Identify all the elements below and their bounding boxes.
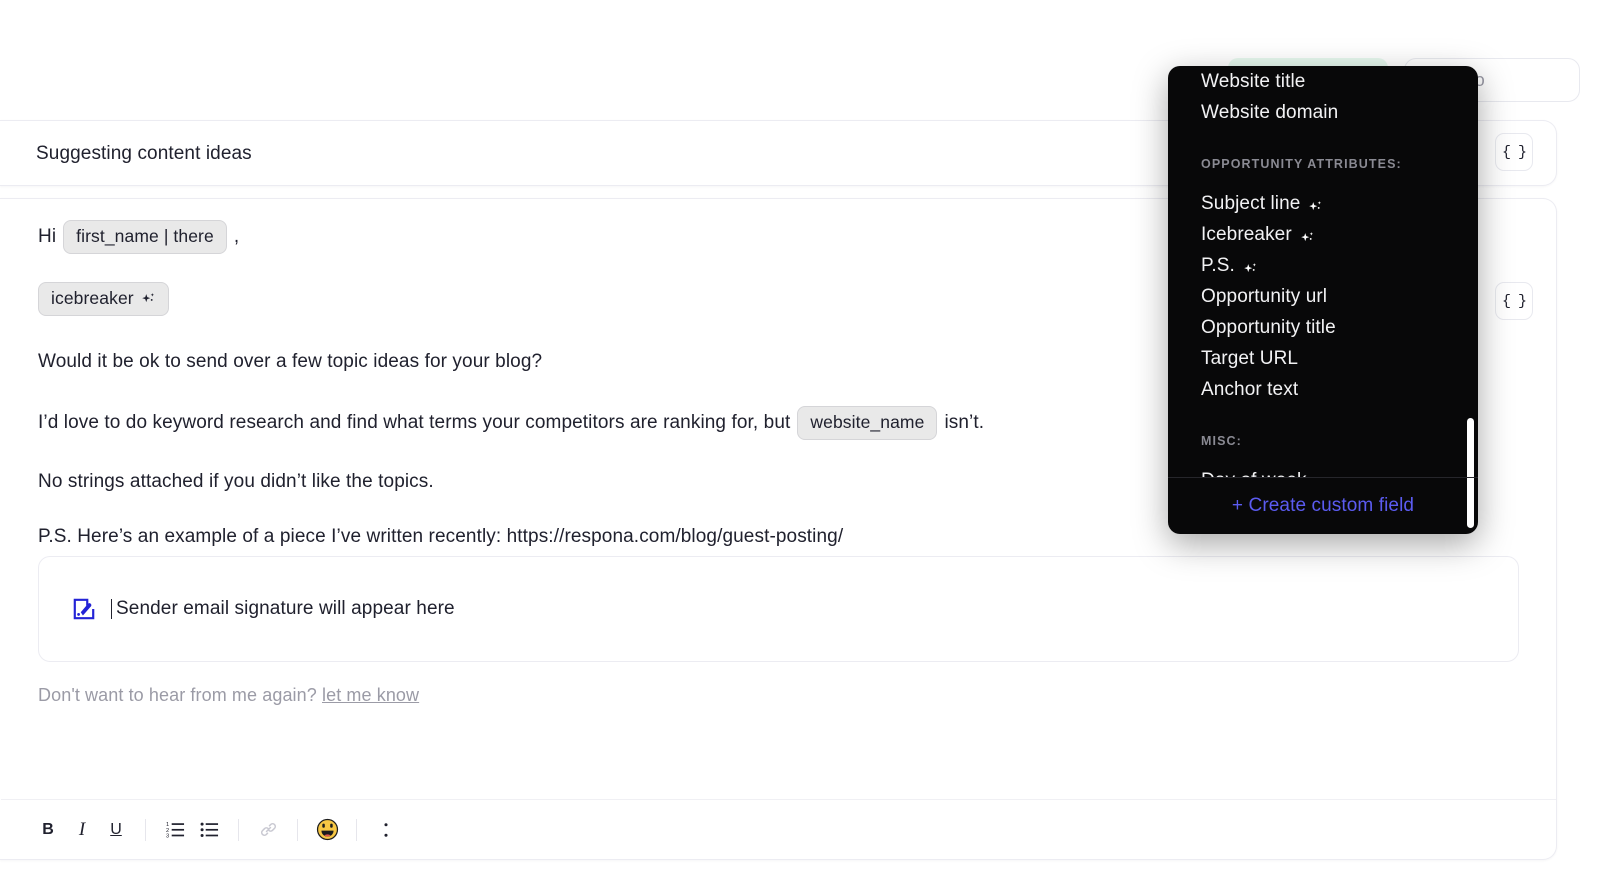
variables-group-spacer — [1168, 174, 1478, 188]
variable-option-target-url[interactable]: Target URL — [1168, 343, 1478, 374]
body-paragraph-2-after: isn’t. — [944, 411, 985, 433]
ai-sparkle-icon — [1300, 227, 1315, 242]
signature-placeholder-box[interactable]: Sender email signature will appear here — [38, 556, 1519, 662]
variable-option-anchor-text[interactable]: Anchor text — [1168, 374, 1478, 405]
toolbar-divider — [145, 818, 146, 841]
variable-option-label: Anchor text — [1201, 379, 1299, 400]
variable-chip-label: website_name — [810, 412, 925, 432]
body-paragraph-3: No strings attached if you didn’t like t… — [38, 471, 434, 492]
ai-sparkle-icon — [1308, 196, 1323, 211]
body-paragraph-1: Would it be ok to send over a few topic … — [38, 351, 543, 372]
toolbar-divider — [356, 818, 357, 841]
insert-variable-subject-button[interactable]: { } — [1495, 133, 1533, 171]
variable-option-label: P.S. — [1201, 255, 1235, 276]
variable-chip-icebreaker[interactable]: icebreaker — [38, 282, 169, 316]
create-custom-field-label: + Create custom field — [1231, 495, 1415, 516]
variable-option-label: Website domain — [1201, 102, 1339, 123]
insert-variable-body-button[interactable]: { } — [1495, 282, 1533, 320]
variable-option-label: Opportunity title — [1201, 317, 1336, 338]
variables-dropdown-menu[interactable]: Website title Website domain OPPORTUNITY A… — [1168, 66, 1478, 534]
variable-option-icebreaker[interactable]: Icebreaker — [1168, 219, 1478, 250]
create-custom-field-button[interactable]: + Create custom field — [1168, 477, 1478, 534]
variables-group-spacer — [1168, 451, 1478, 465]
signature-edit-icon — [71, 596, 97, 622]
unsubscribe-text: Don't want to hear from me again? — [38, 685, 317, 705]
dropdown-scrollbar-track[interactable] — [1467, 70, 1476, 530]
body-paragraph-4: P.S. Here’s an example of a piece I’ve w… — [38, 526, 844, 547]
variable-chip-label: first_name | there — [76, 226, 214, 246]
variable-option-label: Website title — [1201, 71, 1306, 92]
emoji-button[interactable] — [310, 813, 344, 847]
variable-chip-label: icebreaker — [51, 288, 134, 308]
variable-chip-first-name[interactable]: first_name | there — [63, 220, 227, 254]
body-paragraph-2-before: I’d love to do keyword research and find… — [38, 411, 791, 433]
ordered-list-icon: 1 2 3 — [166, 822, 184, 839]
variables-dropdown-scroll-area[interactable]: Website title Website domain OPPORTUNITY A… — [1168, 66, 1478, 477]
italic-button[interactable]: I — [65, 813, 99, 847]
ai-sparkle-icon — [1243, 258, 1258, 273]
variable-option-opportunity-title[interactable]: Opportunity title — [1168, 312, 1478, 343]
greeting-line: Hi first_name | there , — [38, 220, 239, 254]
variable-option-subject-line[interactable]: Subject line — [1168, 188, 1478, 219]
formatting-toolbar: B I U 1 2 3 — [1, 799, 1556, 859]
subject-input[interactable]: Suggesting content ideas — [36, 121, 252, 187]
icebreaker-line: icebreaker — [38, 282, 169, 316]
variable-option-p-s[interactable]: P.S. — [1168, 250, 1478, 281]
variable-option-label: Icebreaker — [1201, 224, 1292, 245]
variable-option-label: Target URL — [1201, 348, 1299, 369]
toolbar-divider — [297, 818, 298, 841]
variables-group-heading: MISC: — [1201, 434, 1242, 448]
emoji-icon — [316, 818, 338, 841]
variables-group-spacer — [1168, 405, 1478, 431]
bullet-list-icon — [200, 822, 218, 838]
bullet-list-button[interactable] — [192, 813, 226, 847]
unsubscribe-line: Don't want to hear from me again? let me… — [38, 685, 419, 706]
variables-list: Website title Website domain OPPORTUNITY A… — [1168, 66, 1478, 477]
email-editor-screen: od to go Suggesting content ideas { } { … — [0, 0, 1600, 889]
variable-option-day-of-week[interactable]: Day of week — [1168, 465, 1478, 477]
underline-button[interactable]: U — [99, 813, 133, 847]
variables-group-spacer — [1168, 128, 1478, 154]
signature-placeholder-text: Sender email signature will appear here — [111, 598, 455, 620]
link-icon — [260, 823, 276, 836]
variable-option-opportunity-url[interactable]: Opportunity url — [1168, 281, 1478, 312]
body-paragraph-2: I’d love to do keyword research and find… — [38, 406, 984, 440]
more-options-icon — [384, 822, 388, 837]
greeting-prefix: Hi — [38, 225, 57, 247]
ordered-list-button[interactable]: 1 2 3 — [158, 813, 192, 847]
variable-option-website-title[interactable]: Website title — [1168, 66, 1478, 97]
variable-option-website-domain[interactable]: Website domain — [1168, 97, 1478, 128]
svg-text:3: 3 — [166, 834, 169, 839]
variable-option-label: Subject line — [1201, 193, 1301, 214]
toolbar-divider — [238, 818, 239, 841]
variable-option-label: Day of week — [1201, 467, 1307, 477]
variable-option-label: Opportunity url — [1201, 286, 1328, 307]
more-options-button[interactable] — [369, 813, 403, 847]
variable-chip-website-name[interactable]: website_name — [797, 406, 938, 440]
bold-button[interactable]: B — [31, 813, 65, 847]
greeting-suffix: , — [233, 225, 240, 247]
variables-group-heading: OPPORTUNITY ATTRIBUTES: — [1201, 157, 1402, 171]
unsubscribe-link[interactable]: let me know — [322, 685, 419, 705]
insert-link-button[interactable] — [251, 813, 285, 847]
ai-sparkle-icon — [141, 291, 156, 306]
